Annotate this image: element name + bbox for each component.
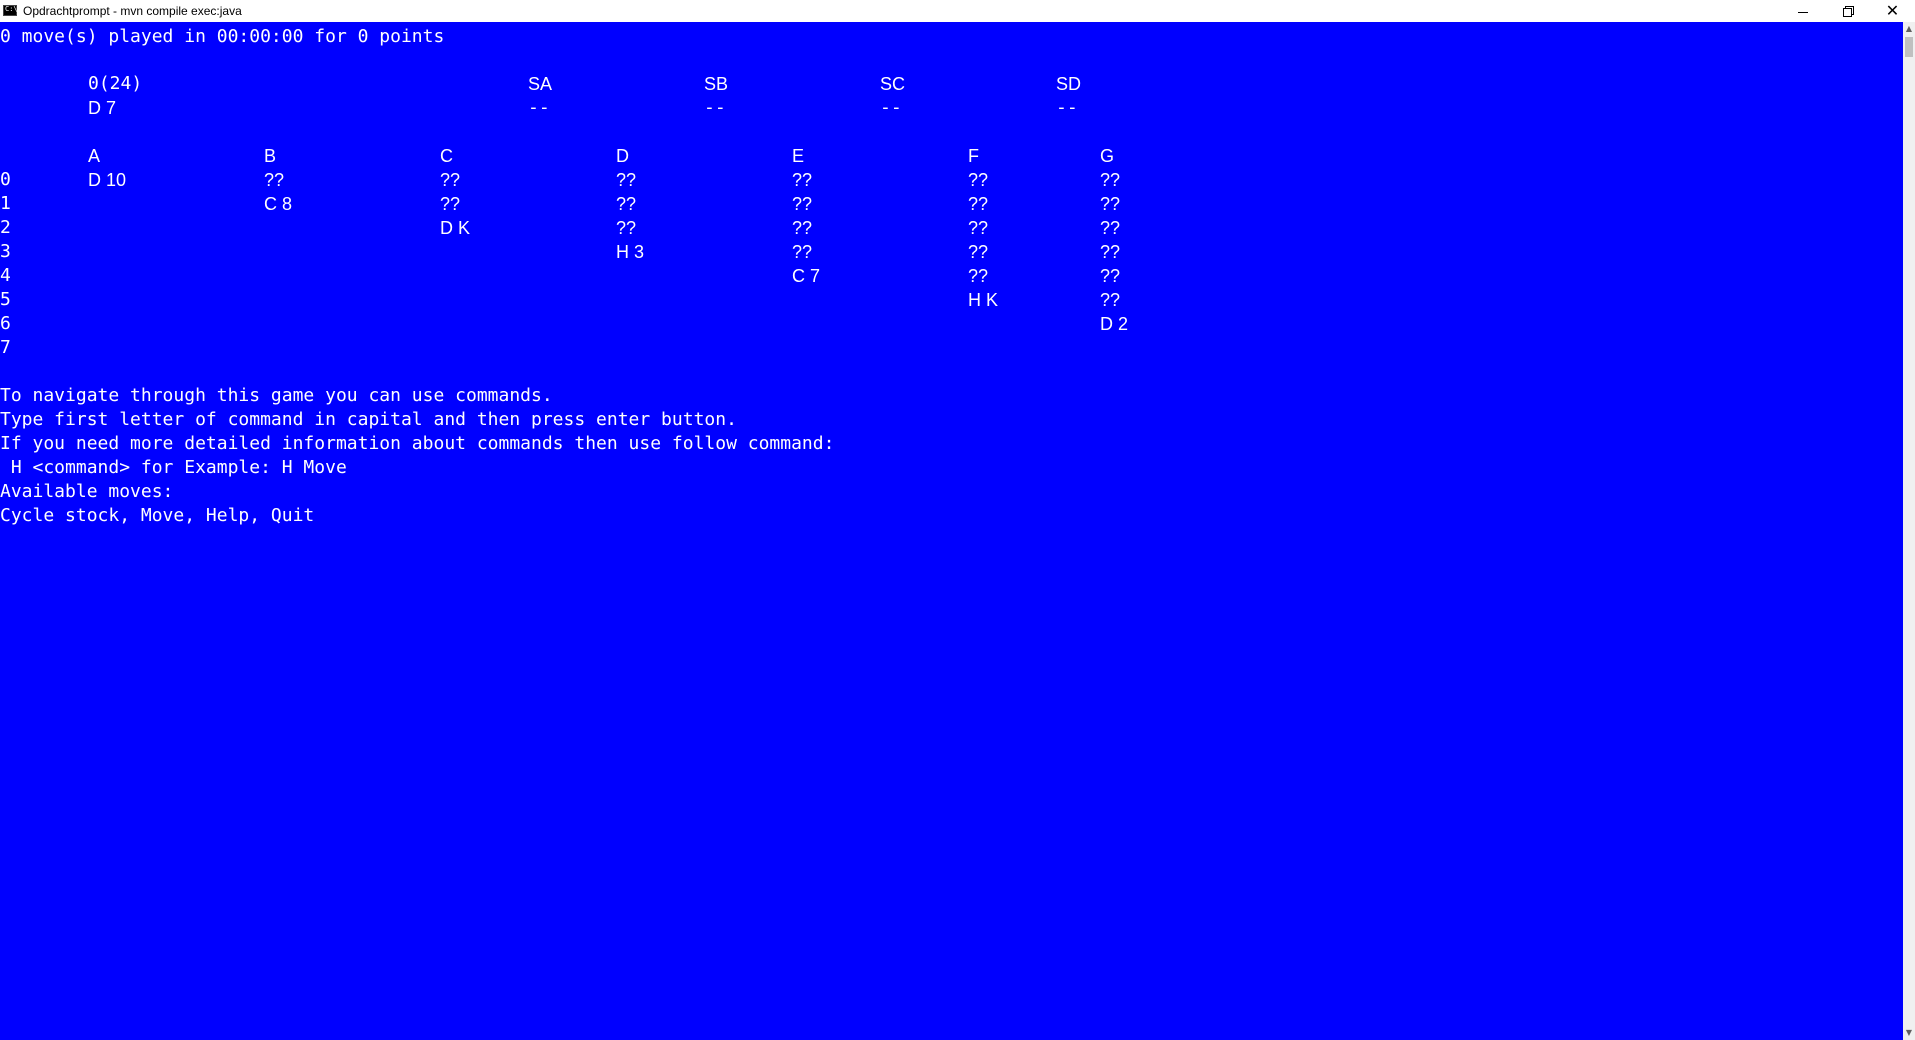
tableau-card: D 2 — [1100, 314, 1129, 334]
help-line: Type first letter of command in capital … — [0, 409, 737, 430]
column-header-g: G — [1100, 146, 1115, 166]
tableau-card: ?? — [440, 194, 461, 214]
tableau-card: H K — [968, 290, 999, 310]
tableau-card: ?? — [616, 194, 637, 214]
column-header-c: C — [440, 146, 453, 166]
row-label: 2 — [0, 217, 11, 238]
foundation-label-sd: SD — [1056, 74, 1082, 94]
foundation-value-sa: -- — [528, 97, 550, 118]
window-title: Opdrachtprompt - mvn compile exec:java — [23, 4, 242, 18]
tableau-card: D 10 — [88, 170, 127, 190]
scroll-up-icon[interactable]: ▲ — [1903, 22, 1915, 36]
available-moves-heading: Available moves: — [0, 481, 174, 502]
row-label: 7 — [0, 337, 11, 358]
tableau-card: ?? — [1100, 218, 1121, 238]
tableau-card: D K — [440, 218, 471, 238]
tableau-card: ?? — [616, 170, 637, 190]
tableau-card: ?? — [968, 266, 989, 286]
column-header-e: E — [792, 146, 805, 166]
row-label: 4 — [0, 265, 11, 286]
tableau-card: ?? — [616, 218, 637, 238]
row-label: 1 — [0, 193, 11, 214]
close-icon: ✕ — [1885, 1, 1900, 20]
vertical-scrollbar[interactable]: ▲ ▼ — [1903, 22, 1915, 1040]
column-header-f: F — [968, 146, 979, 166]
tableau-card: ?? — [1100, 242, 1121, 262]
tableau-card: ?? — [968, 170, 989, 190]
column-header-d: D — [616, 146, 629, 166]
tableau-card: ?? — [792, 194, 813, 214]
help-line: If you need more detailed information ab… — [0, 433, 835, 454]
tableau-card: ?? — [1100, 170, 1121, 190]
row-label: 3 — [0, 241, 11, 262]
foundation-label-sa: SA — [528, 74, 553, 94]
tableau-card: ?? — [968, 242, 989, 262]
console-window: Opdrachtprompt - mvn compile exec:java ✕… — [0, 0, 1915, 1040]
tableau-card: C 7 — [792, 266, 821, 286]
tableau-card: ?? — [1100, 194, 1121, 214]
stock-card: D 7 — [88, 98, 117, 118]
help-line: To navigate through this game you can us… — [0, 385, 553, 406]
stock-label: 0(24) — [88, 73, 143, 94]
console-output[interactable]: 0 move(s) played in 00:00:00 for 0 point… — [0, 22, 1903, 1040]
foundation-value-sc: -- — [880, 97, 902, 118]
command-prompt-icon — [3, 5, 18, 16]
tableau-card: H 3 — [616, 242, 645, 262]
row-label: 5 — [0, 289, 11, 310]
tableau-card: ?? — [968, 194, 989, 214]
column-header-a: A — [88, 146, 101, 166]
scroll-thumb[interactable] — [1905, 37, 1913, 57]
restore-icon — [1842, 6, 1854, 17]
restore-button[interactable] — [1825, 0, 1870, 22]
row-label: 6 — [0, 313, 11, 334]
tableau-card: ?? — [792, 242, 813, 262]
minimize-icon — [1797, 11, 1808, 13]
row-label: 0 — [0, 169, 11, 190]
available-moves-list: Cycle stock, Move, Help, Quit — [0, 505, 315, 526]
tableau-card: C 8 — [264, 194, 293, 214]
tableau-card: ?? — [1100, 290, 1121, 310]
tableau-card: ?? — [440, 170, 461, 190]
tableau-card: ?? — [792, 170, 813, 190]
column-header-b: B — [264, 146, 277, 166]
title-bar[interactable]: Opdrachtprompt - mvn compile exec:java ✕ — [0, 0, 1915, 22]
tableau-card: ?? — [264, 170, 285, 190]
tableau-card: ?? — [1100, 266, 1121, 286]
tableau-card: ?? — [792, 218, 813, 238]
foundation-label-sc: SC — [880, 74, 906, 94]
status-line: 0 move(s) played in 00:00:00 for 0 point… — [0, 26, 445, 47]
minimize-button[interactable] — [1780, 0, 1825, 22]
foundation-value-sd: -- — [1056, 97, 1078, 118]
foundation-value-sb: -- — [704, 97, 726, 118]
help-example-line: H <command> for Example: H Move — [0, 457, 347, 478]
foundation-label-sb: SB — [704, 74, 729, 94]
tableau-card: ?? — [968, 218, 989, 238]
close-button[interactable]: ✕ — [1870, 0, 1915, 22]
scroll-down-icon[interactable]: ▼ — [1903, 1026, 1915, 1040]
